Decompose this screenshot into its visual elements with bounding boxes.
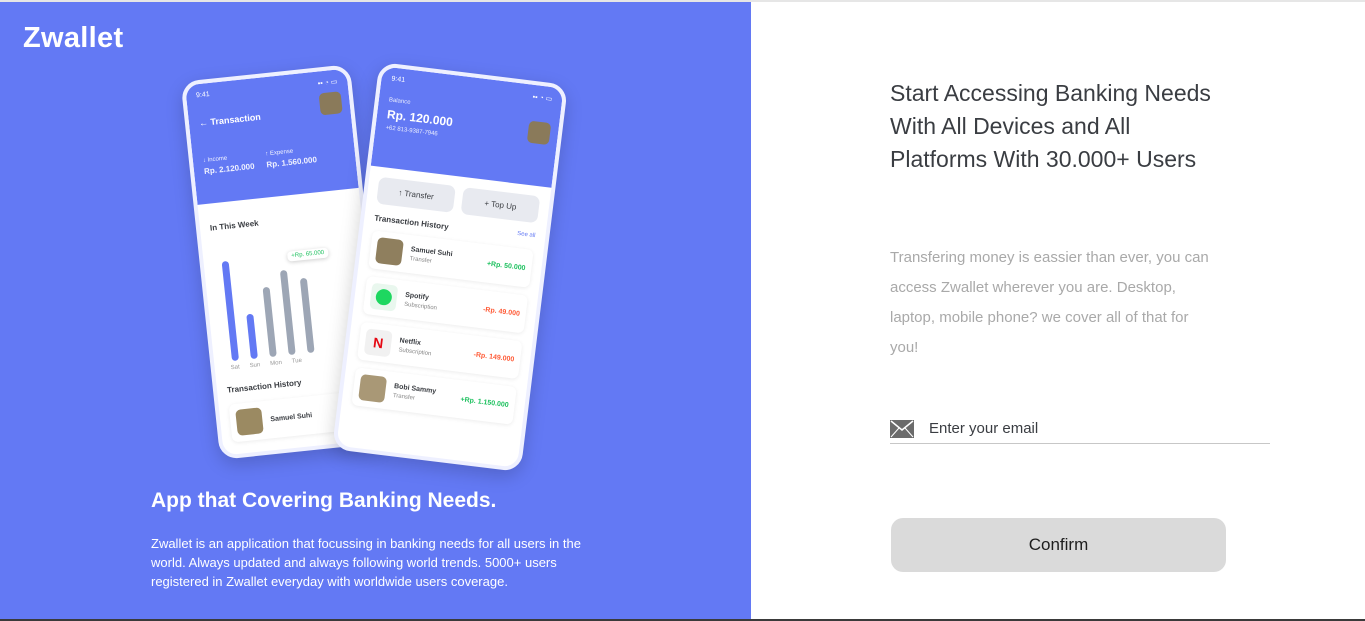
left-panel: Zwallet 9:41 ▪▪ ◔ ▭ ← Transaction ↓ Incom… <box>0 2 751 619</box>
bar-wed <box>299 277 315 354</box>
hero-description: Zwallet is an application that focussing… <box>151 536 581 589</box>
confirm-button[interactable]: Confirm <box>891 518 1226 572</box>
arrow-up-icon: ↑ <box>265 151 269 158</box>
bar-sun <box>246 313 258 360</box>
page-description: Transfering money is eassier than ever, … <box>890 249 1209 356</box>
amount: -Rp. 49.000 <box>482 305 521 318</box>
amount: +Rp. 1.150.000 <box>460 395 510 409</box>
arrow-up-icon: ↑ <box>397 188 403 198</box>
avatar <box>358 373 388 403</box>
see-all-link: See all <box>516 230 536 240</box>
day-label: Sat <box>230 364 241 372</box>
amount: +Rp. 50.000 <box>486 260 526 272</box>
income-stat: ↓ Income Rp. 2.120.000 <box>202 155 255 176</box>
netflix-icon: N <box>363 328 393 358</box>
signal-icon: ▪▪ ◔ ▭ <box>532 93 553 104</box>
avatar <box>526 120 552 146</box>
bar-sat <box>221 260 240 362</box>
day-label: Sun <box>249 362 261 370</box>
week-bar-chart <box>212 228 366 362</box>
bar-mon <box>262 286 277 358</box>
mockup-time: 9:41 <box>195 90 211 100</box>
email-field[interactable] <box>929 414 1270 443</box>
day-label: Tue <box>291 357 303 365</box>
page-title: Start Accessing Banking Needs With All D… <box>890 80 1211 172</box>
expense-stat: ↑ Expense Rp. 1.560.000 <box>265 148 318 170</box>
mail-icon <box>890 419 914 438</box>
mockup-header: 9:41 ▪▪ ◔ ▭ ← Transaction ↓ Income Rp. 2.1… <box>185 68 359 205</box>
email-field-wrapper <box>890 414 1270 444</box>
hero-title: App that Covering Banking Needs. <box>151 489 497 512</box>
mockup-time: 9:41 <box>391 75 406 85</box>
topup-button: + Top Up <box>460 187 541 224</box>
signal-icon: ▪▪ ◔ ▭ <box>317 78 338 88</box>
spotify-icon <box>369 282 399 312</box>
transfer-button: ↑ Transfer <box>376 176 456 213</box>
phone-mockup-home: 9:41 ▪▪ ◔ ▭ Balance Rp. 120.000 +62 813-9… <box>331 61 569 473</box>
brand-logo[interactable]: Zwallet <box>23 22 123 55</box>
day-label: Mon <box>269 359 283 368</box>
avatar <box>374 237 404 266</box>
plus-icon: + <box>483 198 490 209</box>
arrow-down-icon: ↓ <box>202 157 207 165</box>
avatar <box>235 407 264 436</box>
avatar <box>318 91 343 116</box>
bar-tue <box>279 269 296 356</box>
amount: -Rp. 149.000 <box>473 351 515 363</box>
